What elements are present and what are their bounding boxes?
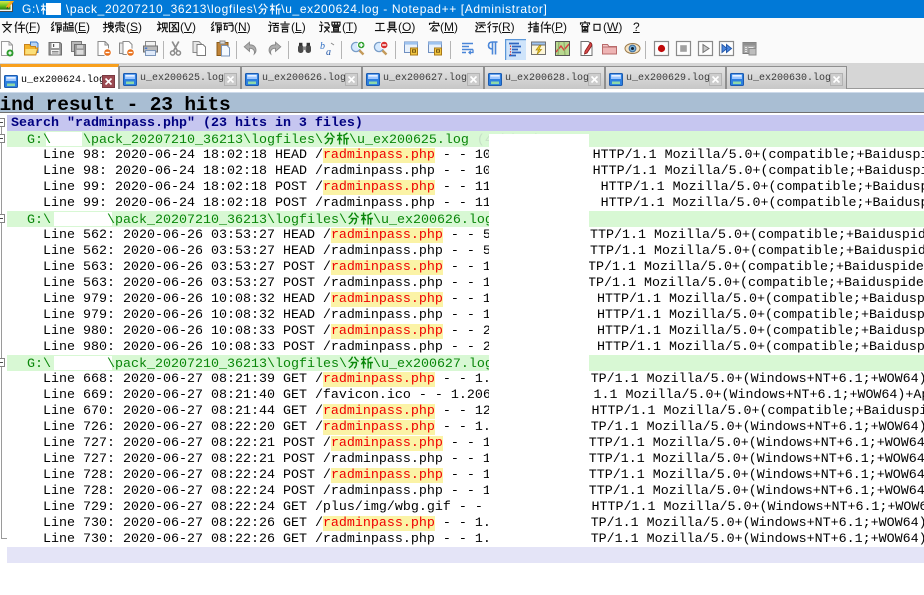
svg-text:a: a <box>326 47 331 57</box>
svg-text:b: b <box>320 41 325 52</box>
